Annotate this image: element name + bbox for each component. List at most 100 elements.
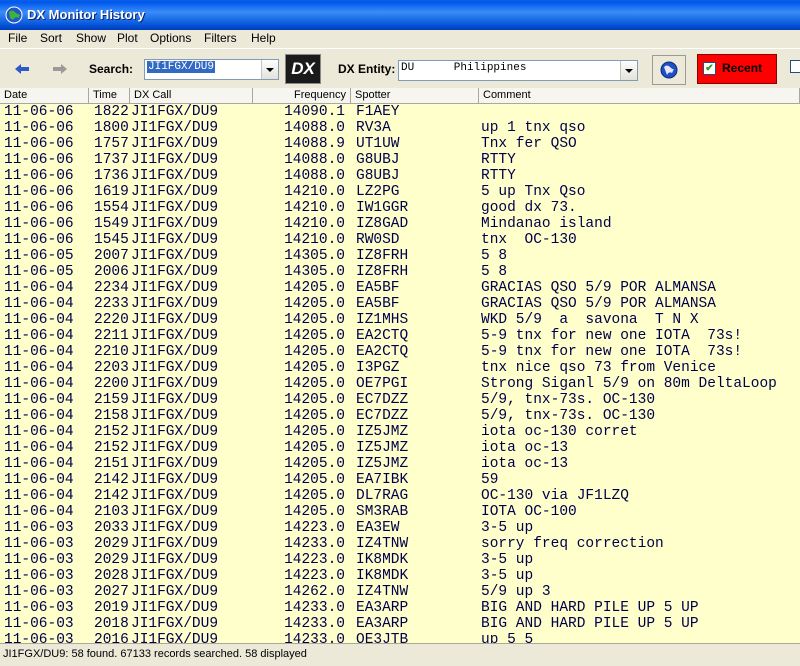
column-header-comment[interactable]: Comment: [479, 88, 800, 103]
cell-comment: up 5 5: [481, 632, 534, 643]
cell-spotter: RV3A: [356, 120, 391, 136]
table-row[interactable]: 11-06-04 2220 JI1FGX/DU9 14205.0 IZ1MHS WKD 5…: [0, 312, 800, 328]
menu-filters[interactable]: Filters: [204, 31, 237, 45]
cell-date: 11-06-04: [4, 312, 74, 328]
table-row[interactable]: 11-06-06 1800 JI1FGX/DU9 14088.0 RV3A up 1 tn…: [0, 120, 800, 136]
table-row[interactable]: 11-06-03 2028 JI1FGX/DU9 14223.0 IK8MDK 3-5 u…: [0, 568, 800, 584]
extra-checkbox[interactable]: [790, 60, 800, 73]
cell-spotter: I3PGZ: [356, 360, 400, 376]
table-row[interactable]: 11-06-03 2033 JI1FGX/DU9 14223.0 EA3EW 3-5 up: [0, 520, 800, 536]
cell-spotter: DL7RAG: [356, 488, 409, 504]
table-row[interactable]: 11-06-04 2211 JI1FGX/DU9 14205.0 EA2CTQ 5-9 t…: [0, 328, 800, 344]
chevron-down-icon[interactable]: [620, 61, 637, 80]
table-row[interactable]: 11-06-03 2027 JI1FGX/DU9 14262.0 IZ4TNW 5/9 u…: [0, 584, 800, 600]
cell-date: 11-06-04: [4, 488, 74, 504]
cell-frequency: 14205.0: [284, 360, 345, 376]
back-button[interactable]: [8, 57, 36, 81]
table-row[interactable]: 11-06-04 2103 JI1FGX/DU9 14205.0 SM3RAB IOTA …: [0, 504, 800, 520]
cell-time: 2103: [94, 504, 129, 520]
menu-bar: File Sort Show Plot Options Filters Help: [0, 30, 800, 48]
column-header-spotter[interactable]: Spotter: [351, 88, 479, 103]
cell-dx-call: JI1FGX/DU9: [131, 344, 219, 360]
table-row[interactable]: 11-06-04 2203 JI1FGX/DU9 14205.0 I3PGZ tnx ni…: [0, 360, 800, 376]
cell-time: 2142: [94, 472, 129, 488]
menu-options[interactable]: Options: [150, 31, 191, 45]
cell-date: 11-06-03: [4, 600, 74, 616]
table-row[interactable]: 11-06-05 2007 JI1FGX/DU9 14305.0 IZ8FRH 5 8: [0, 248, 800, 264]
table-row[interactable]: 11-06-06 1736 JI1FGX/DU9 14088.0 G8UBJ RTTY: [0, 168, 800, 184]
cell-date: 11-06-03: [4, 568, 74, 584]
table-row[interactable]: 11-06-04 2142 JI1FGX/DU9 14205.0 EA7IBK 59: [0, 472, 800, 488]
cell-time: 2234: [94, 280, 129, 296]
table-row[interactable]: 11-06-04 2233 JI1FGX/DU9 14205.0 EA5BF GRACIA…: [0, 296, 800, 312]
table-row[interactable]: 11-06-04 2142 JI1FGX/DU9 14205.0 DL7RAG OC-13…: [0, 488, 800, 504]
table-row[interactable]: 11-06-04 2159 JI1FGX/DU9 14205.0 EC7DZZ 5/9, …: [0, 392, 800, 408]
recent-checkbox[interactable]: ✔: [703, 62, 716, 75]
table-row[interactable]: 11-06-06 1737 JI1FGX/DU9 14088.0 G8UBJ RTTY: [0, 152, 800, 168]
cell-comment: iota oc-130 corret: [481, 424, 638, 440]
table-row[interactable]: 11-06-04 2151 JI1FGX/DU9 14205.0 IZ5JMZ iota …: [0, 456, 800, 472]
menu-help[interactable]: Help: [251, 31, 276, 45]
table-row[interactable]: 11-06-03 2016 JI1FGX/DU9 14233.0 OE3JTB up 5 …: [0, 632, 800, 643]
dx-entity-combobox[interactable]: DU Philippines: [398, 60, 638, 81]
menu-file[interactable]: File: [8, 31, 27, 45]
table-row[interactable]: 11-06-03 2018 JI1FGX/DU9 14233.0 EA3ARP BIG A…: [0, 616, 800, 632]
recent-toggle[interactable]: ✔ Recent: [697, 54, 777, 84]
dx-logo-button[interactable]: DX: [285, 54, 321, 84]
table-row[interactable]: 11-06-03 2019 JI1FGX/DU9 14233.0 EA3ARP BIG A…: [0, 600, 800, 616]
cell-time: 2006: [94, 264, 129, 280]
forward-button[interactable]: [46, 57, 74, 81]
cell-frequency: 14205.0: [284, 456, 345, 472]
table-row[interactable]: 11-06-04 2152 JI1FGX/DU9 14205.0 IZ5JMZ iota …: [0, 440, 800, 456]
menu-plot[interactable]: Plot: [117, 31, 138, 45]
column-header-date[interactable]: Date: [0, 88, 89, 103]
search-combobox[interactable]: JI1FGX/DU9: [144, 59, 279, 80]
table-row[interactable]: 11-06-06 1554 JI1FGX/DU9 14210.0 IW1GGR good …: [0, 200, 800, 216]
cell-frequency: 14223.0: [284, 568, 345, 584]
cell-date: 11-06-06: [4, 184, 74, 200]
table-row[interactable]: 11-06-04 2158 JI1FGX/DU9 14205.0 EC7DZZ 5/9, …: [0, 408, 800, 424]
chevron-down-icon[interactable]: [261, 60, 278, 79]
table-row[interactable]: 11-06-04 2200 JI1FGX/DU9 14205.0 OE7PGI Stron…: [0, 376, 800, 392]
table-row[interactable]: 11-06-06 1757 JI1FGX/DU9 14088.9 UT1UW Tnx fe…: [0, 136, 800, 152]
cell-comment: WKD 5/9 a savona T N X: [481, 312, 699, 328]
cell-date: 11-06-06: [4, 152, 74, 168]
status-bar: JI1FGX/DU9: 58 found. 67133 records sear…: [0, 643, 800, 666]
table-row[interactable]: 11-06-03 2029 JI1FGX/DU9 14233.0 IZ4TNW sorry…: [0, 536, 800, 552]
cell-time: 2007: [94, 248, 129, 264]
cell-dx-call: JI1FGX/DU9: [131, 392, 219, 408]
column-header-row: Date Time DX Call Frequency Spotter Comm…: [0, 88, 800, 104]
cell-time: 2027: [94, 584, 129, 600]
cell-frequency: 14205.0: [284, 408, 345, 424]
table-row[interactable]: 11-06-06 1822 JI1FGX/DU9 14090.1 F1AEY: [0, 104, 800, 120]
table-row[interactable]: 11-06-04 2210 JI1FGX/DU9 14205.0 EA2CTQ 5-9 t…: [0, 344, 800, 360]
table-row[interactable]: 11-06-06 1549 JI1FGX/DU9 14210.0 IZ8GAD Minda…: [0, 216, 800, 232]
cell-date: 11-06-03: [4, 520, 74, 536]
cell-time: 2210: [94, 344, 129, 360]
cell-frequency: 14210.0: [284, 184, 345, 200]
menu-sort[interactable]: Sort: [40, 31, 62, 45]
table-row[interactable]: 11-06-06 1619 JI1FGX/DU9 14210.0 LZ2PG 5 up T…: [0, 184, 800, 200]
table-row[interactable]: 11-06-04 2234 JI1FGX/DU9 14205.0 EA5BF GRACIA…: [0, 280, 800, 296]
column-header-dx-call[interactable]: DX Call: [130, 88, 253, 103]
cell-spotter: F1AEY: [356, 104, 400, 120]
cell-spotter: LZ2PG: [356, 184, 400, 200]
cell-frequency: 14233.0: [284, 616, 345, 632]
cell-time: 1736: [94, 168, 129, 184]
table-row[interactable]: 11-06-04 2152 JI1FGX/DU9 14205.0 IZ5JMZ iota …: [0, 424, 800, 440]
globe-button[interactable]: [652, 55, 686, 85]
spot-list[interactable]: 11-06-06 1822 JI1FGX/DU9 14090.1 F1AEY 11-06-…: [0, 104, 800, 643]
cell-time: 2028: [94, 568, 129, 584]
column-header-frequency[interactable]: Frequency: [253, 88, 351, 103]
table-row[interactable]: 11-06-03 2029 JI1FGX/DU9 14223.0 IK8MDK 3-5 u…: [0, 552, 800, 568]
title-bar: DX Monitor History: [0, 0, 800, 30]
table-row[interactable]: 11-06-05 2006 JI1FGX/DU9 14305.0 IZ8FRH 5 8: [0, 264, 800, 280]
cell-dx-call: JI1FGX/DU9: [131, 168, 219, 184]
cell-time: 2152: [94, 424, 129, 440]
table-row[interactable]: 11-06-06 1545 JI1FGX/DU9 14210.0 RW0SD tnx OC…: [0, 232, 800, 248]
recent-label: Recent: [722, 61, 763, 75]
cell-frequency: 14233.0: [284, 536, 345, 552]
menu-show[interactable]: Show: [76, 31, 106, 45]
column-header-time[interactable]: Time: [89, 88, 130, 103]
cell-spotter: IZ4TNW: [356, 536, 409, 552]
